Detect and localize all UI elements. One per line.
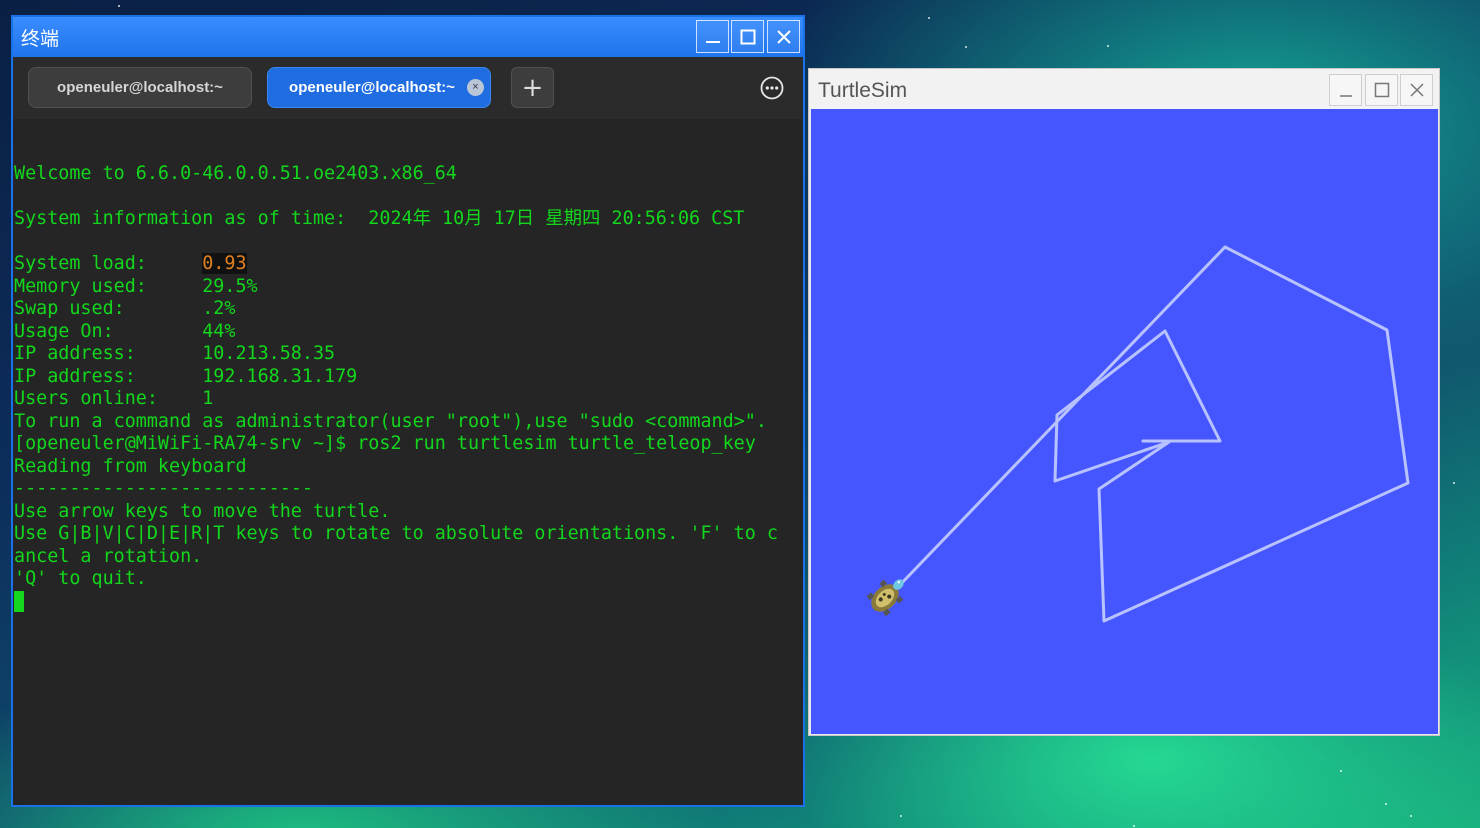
tab-bar: openeuler@localhost:~ openeuler@localhos… — [13, 57, 803, 119]
turtlesim-titlebar[interactable]: TurtleSim — [809, 69, 1439, 109]
maximize-icon — [740, 29, 755, 44]
terminal-line: Use arrow keys to move the turtle. — [14, 500, 391, 522]
close-icon — [1409, 83, 1424, 97]
terminal-titlebar[interactable]: 终端 — [13, 17, 803, 57]
new-tab-button[interactable]: + — [511, 67, 554, 108]
tab-terminal-2[interactable]: openeuler@localhost:~ × — [267, 67, 491, 108]
text-cursor — [14, 590, 24, 612]
terminal-line: IP address: 192.168.31.179 — [14, 365, 358, 387]
tab-close-icon[interactable]: × — [467, 79, 484, 96]
terminal-line: ancel a rotation. — [14, 545, 203, 567]
more-icon[interactable] — [759, 75, 785, 101]
close-icon — [776, 29, 791, 44]
plus-icon: + — [521, 72, 544, 103]
terminal-line: 'Q' to quit. — [14, 568, 147, 589]
terminal-window[interactable]: 终端 openeuler@localhost:~ openeuler@local… — [11, 15, 805, 807]
terminal-line: To run a command as administrator(user "… — [14, 410, 767, 432]
terminal-line: Reading from keyboard — [14, 455, 247, 477]
terminal-line: Memory used: 29.5% — [14, 275, 258, 297]
minimize-button[interactable] — [1329, 74, 1362, 106]
close-button[interactable] — [767, 20, 800, 53]
turtlesim-window[interactable]: TurtleSim — [808, 68, 1440, 736]
tab-terminal-1[interactable]: openeuler@localhost:~ — [28, 67, 252, 108]
terminal-output[interactable]: Welcome to 6.6.0-46.0.0.51.oe2403.x86_64… — [13, 119, 803, 805]
terminal-line: System information as of time: 2024年 10月… — [14, 208, 745, 229]
terminal-line: Welcome to 6.6.0-46.0.0.51.oe2403.x86_64 — [14, 163, 457, 184]
terminal-line: Use G|B|V|C|D|E|R|T keys to rotate to ab… — [14, 523, 778, 544]
terminal-line: Usage On: 44% — [14, 320, 236, 342]
sysload-value: 0.93 — [202, 253, 247, 274]
terminal-title: 终端 — [21, 28, 60, 50]
minimize-button[interactable] — [696, 20, 729, 53]
terminal-line: Swap used: .2% — [14, 298, 236, 319]
turtle-canvas[interactable] — [811, 109, 1438, 734]
terminal-line — [14, 590, 801, 614]
maximize-button[interactable] — [1365, 74, 1398, 106]
terminal-line: Users online: 1 — [14, 388, 214, 409]
terminal-line: --------------------------- — [14, 478, 313, 499]
sysload-label: System load: — [14, 253, 203, 274]
canvas-background — [811, 109, 1438, 734]
tab-label: openeuler@localhost:~ — [289, 79, 455, 96]
maximize-button[interactable] — [731, 20, 764, 53]
close-button[interactable] — [1400, 74, 1433, 106]
minimize-icon — [705, 40, 720, 43]
turtlesim-title: TurtleSim — [818, 79, 908, 102]
tab-label: openeuler@localhost:~ — [57, 79, 223, 96]
terminal-line: IP address: 10.213.58.35 — [14, 343, 336, 364]
terminal-line: [openeuler@MiWiFi-RA74-srv ~]$ ros2 run … — [14, 433, 756, 454]
minimize-icon — [1339, 95, 1352, 97]
maximize-icon — [1374, 82, 1389, 98]
terminal-line: System load: 0.93 — [14, 253, 801, 276]
